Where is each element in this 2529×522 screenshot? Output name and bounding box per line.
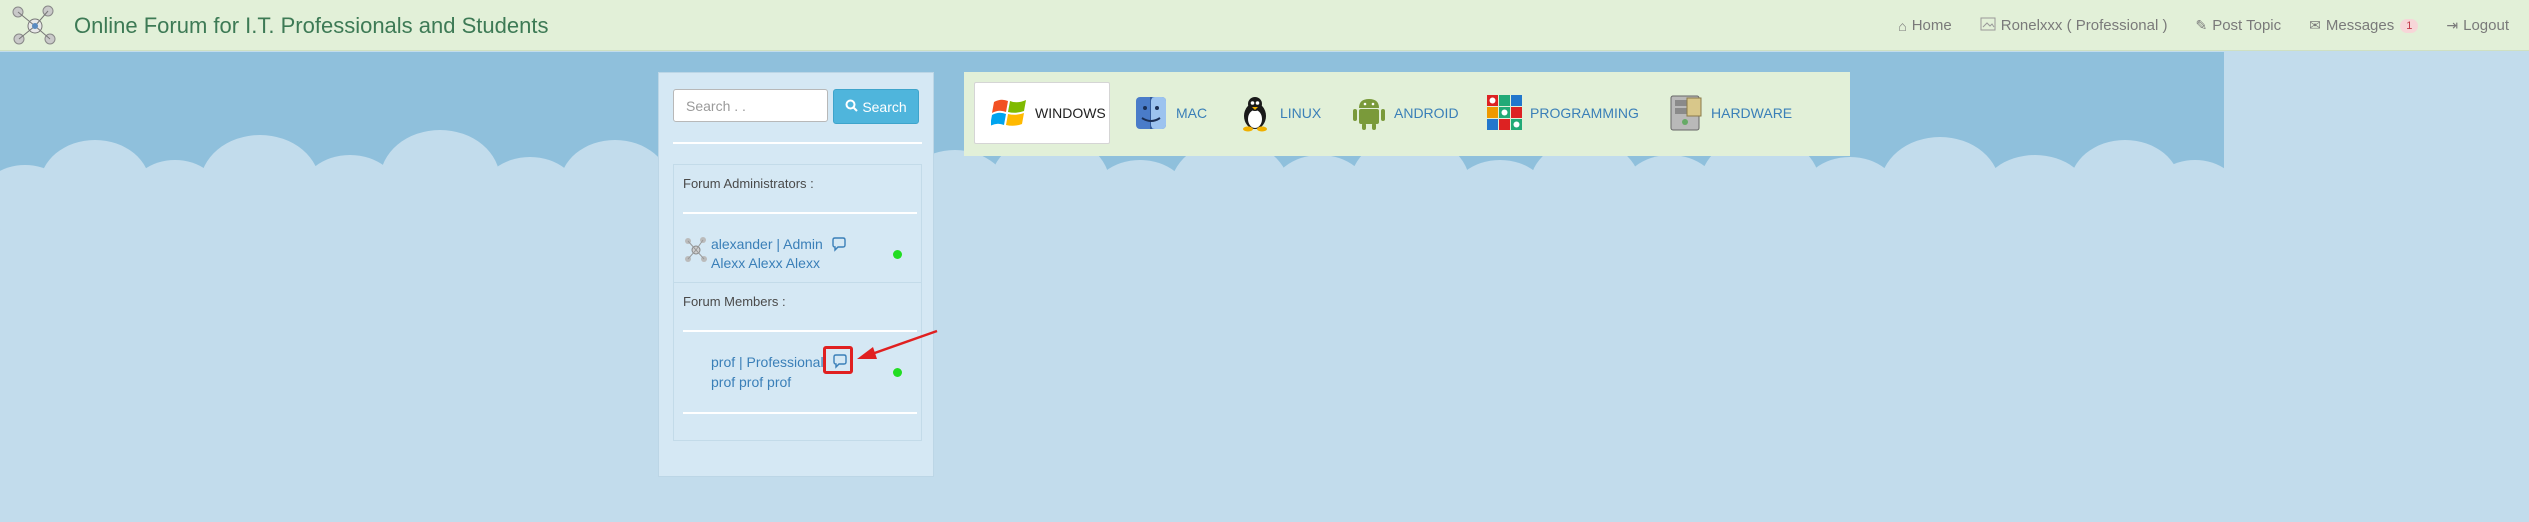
nav-post-topic-label: Post Topic — [2212, 17, 2282, 34]
nav-home-link[interactable]: ⌂ Home — [1898, 17, 1951, 34]
broken-image-icon — [1980, 17, 1996, 34]
top-navbar: Online Forum for I.T. Professionals and … — [0, 0, 2529, 51]
envelope-icon: ✉ — [2309, 17, 2321, 33]
nav-profile-label: Ronelxxx ( Professional ) — [2000, 17, 2168, 34]
admin-avatar — [683, 235, 709, 265]
category-bar: WINDOWS MAC LINUX ANDROID PROGRAMMING HA… — [964, 72, 1850, 156]
nav-messages-label: Messages — [2325, 17, 2395, 34]
linux-penguin-icon — [1236, 94, 1274, 132]
site-title[interactable]: Online Forum for I.T. Professionals and … — [74, 13, 548, 39]
nav-logout-link[interactable]: ⇥ Logout — [2446, 17, 2509, 34]
member-username-link[interactable]: prof | Professional — [711, 354, 824, 370]
android-robot-icon — [1350, 94, 1388, 132]
divider — [673, 282, 922, 283]
category-linux[interactable]: LINUX — [1236, 82, 1321, 144]
category-linux-label: LINUX — [1280, 105, 1322, 121]
search-icon — [845, 99, 859, 115]
nav-links: ⌂ Home Ronelxxx ( Professional ) ✎ Post … — [1870, 0, 2509, 51]
category-android-label: ANDROID — [1394, 105, 1459, 121]
divider — [683, 212, 917, 214]
home-icon: ⌂ — [1898, 17, 1907, 34]
divider — [673, 142, 922, 144]
member-fullname: prof prof prof — [711, 374, 792, 390]
search-button-label: Search — [862, 98, 907, 115]
brand[interactable]: Online Forum for I.T. Professionals and … — [10, 3, 548, 49]
search-input[interactable] — [673, 89, 828, 122]
logout-icon: ⇥ — [2446, 17, 2459, 33]
category-hardware[interactable]: HARDWARE — [1667, 82, 1792, 144]
nav-logout-label: Logout — [2463, 17, 2509, 34]
programming-blocks-icon — [1486, 94, 1524, 132]
mac-finder-icon — [1132, 94, 1170, 132]
nav-home-label: Home — [1911, 17, 1952, 34]
category-programming-label: PROGRAMMING — [1530, 105, 1639, 121]
category-hardware-label: HARDWARE — [1711, 105, 1793, 121]
nav-messages-link[interactable]: ✉ Messages 1 — [2309, 17, 2419, 34]
divider — [683, 412, 917, 414]
nav-profile-link[interactable]: Ronelxxx ( Professional ) — [1980, 17, 2168, 34]
category-android[interactable]: ANDROID — [1350, 82, 1459, 144]
hardware-case-icon — [1667, 94, 1705, 132]
search-form: Search — [673, 89, 919, 124]
search-button[interactable]: Search — [833, 89, 919, 124]
nav-post-topic-link[interactable]: ✎ Post Topic — [2195, 17, 2281, 34]
sidebar-panel: Search Forum Administrators : alexander … — [658, 72, 934, 477]
page-background-right — [2224, 52, 2529, 522]
edit-icon: ✎ — [2195, 17, 2208, 33]
category-mac[interactable]: MAC — [1132, 82, 1207, 144]
admins-heading: Forum Administrators : — [683, 176, 814, 191]
annotation-arrow-icon — [857, 329, 938, 359]
admin-fullname: Alexx Alexx Alexx — [711, 255, 820, 271]
members-heading: Forum Members : — [683, 294, 786, 309]
category-windows-label: WINDOWS — [1035, 105, 1106, 121]
messages-count-badge: 1 — [2400, 18, 2419, 33]
forum-logo-icon — [10, 3, 60, 49]
windows-logo-icon — [990, 94, 1029, 132]
cloud-background — [0, 130, 2240, 522]
admin-chat-icon[interactable] — [831, 236, 847, 252]
category-programming[interactable]: PROGRAMMING — [1486, 82, 1639, 144]
category-mac-label: MAC — [1176, 105, 1208, 121]
member-online-indicator — [893, 368, 902, 377]
admin-online-indicator — [893, 250, 902, 259]
admin-username-link[interactable]: alexander | Admin — [711, 236, 823, 252]
category-windows[interactable]: WINDOWS — [974, 82, 1110, 144]
annotation-highlight-box — [823, 346, 853, 374]
